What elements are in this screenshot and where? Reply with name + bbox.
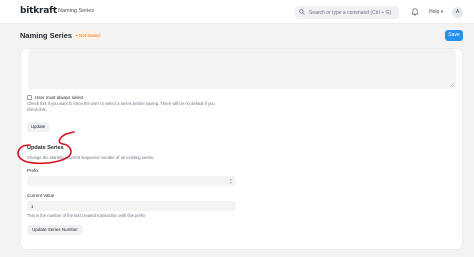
checkbox-help-text-continued: check this. <box>27 107 47 112</box>
current-value-text: 1 <box>31 203 34 209</box>
select-arrows-icon: ˄ ˅ <box>229 176 232 185</box>
breadcrumb-separator-icon: › <box>52 7 55 14</box>
help-menu[interactable]: Help <box>429 9 439 15</box>
series-textarea[interactable] <box>28 49 456 89</box>
page-title: Naming Series <box>20 31 73 40</box>
avatar[interactable]: A <box>452 7 463 18</box>
navbar: bitkraft › Naming Series Search or type … <box>0 0 474 24</box>
search-bar[interactable]: Search or type a command (Ctrl + G) <box>295 6 399 19</box>
status-badge: • Not Saved <box>73 31 103 40</box>
prefix-select[interactable]: ˄ ˅ <box>27 176 236 186</box>
update-button[interactable]: Update <box>27 122 49 132</box>
breadcrumb[interactable]: Naming Series <box>58 8 94 14</box>
checkbox-label: User must always select <box>35 95 84 100</box>
save-button[interactable]: Save <box>445 30 463 41</box>
section-description: Change the starting / current sequence n… <box>27 155 155 160</box>
checkbox-help-text: Check this if you want to force the user… <box>27 101 215 106</box>
prefix-label: Prefix <box>27 168 39 173</box>
chevron-down-icon[interactable]: ▼ <box>440 9 444 14</box>
user-must-select-checkbox[interactable] <box>27 95 32 100</box>
search-placeholder: Search or type a command (Ctrl + G) <box>309 9 392 16</box>
resize-handle-icon[interactable] <box>449 82 454 87</box>
bell-icon[interactable] <box>411 8 419 16</box>
current-value-help: This is the number of the last created t… <box>27 213 146 218</box>
update-series-number-button[interactable]: Update Series Number <box>27 225 83 235</box>
section-title: Update Series <box>27 145 64 151</box>
current-value-label: Current Value <box>27 193 55 198</box>
current-value-input[interactable]: 1 <box>27 201 236 211</box>
search-icon <box>299 9 305 15</box>
